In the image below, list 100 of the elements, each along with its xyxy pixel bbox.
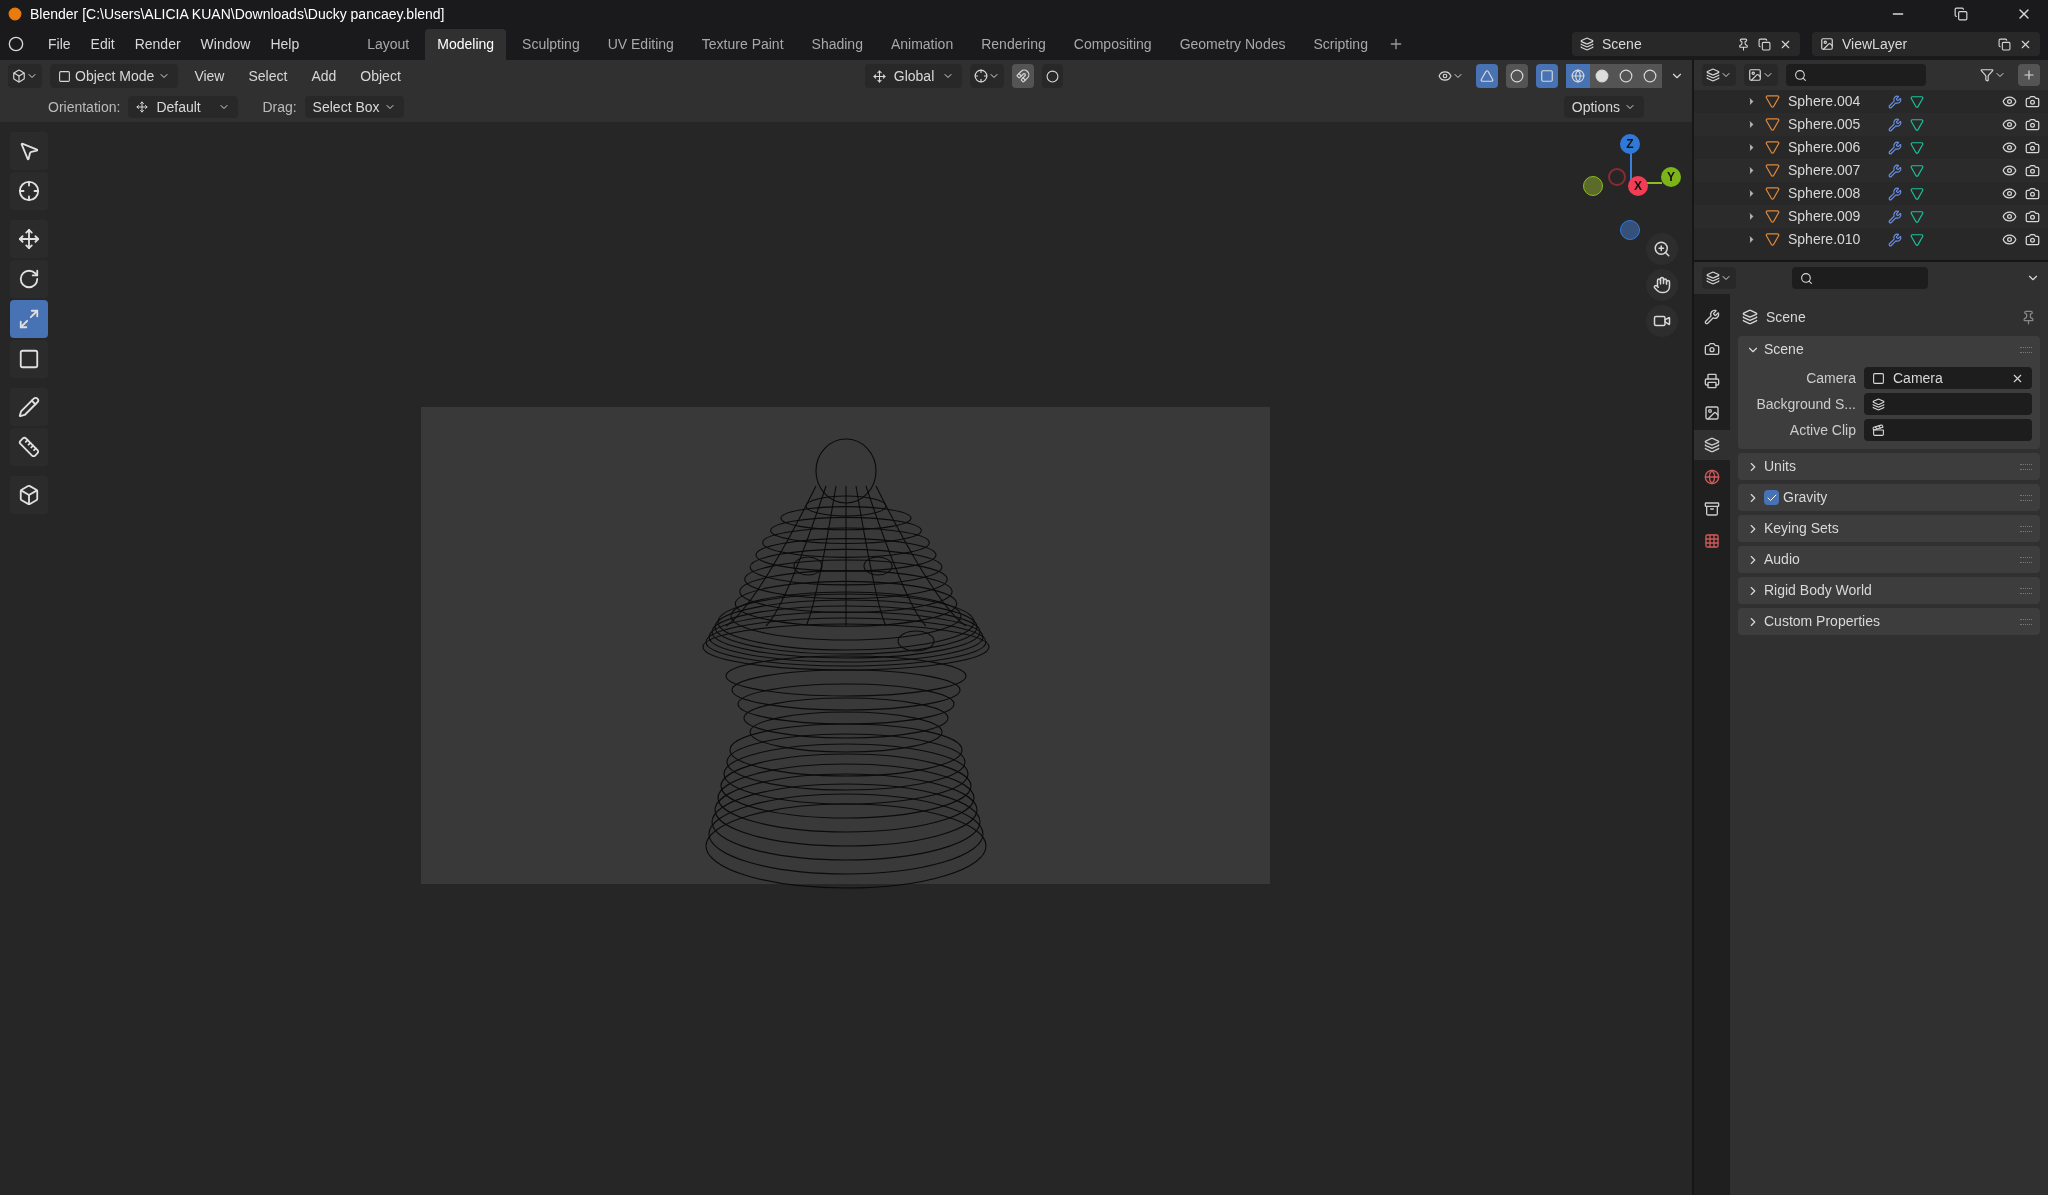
panel-checkbox[interactable]	[1764, 490, 1779, 505]
eye-icon[interactable]	[2002, 94, 2017, 109]
workspace-tab[interactable]: Sculpting	[510, 28, 592, 60]
xray-toggle[interactable]	[1536, 64, 1558, 88]
mode-dropdown[interactable]: Object Mode	[50, 64, 179, 88]
panel-title[interactable]: Custom Properties	[1764, 611, 2016, 632]
workspace-tab[interactable]: Geometry Nodes	[1167, 28, 1298, 60]
mesh-data-icon[interactable]	[1910, 163, 1924, 178]
workspace-tab[interactable]: Modeling	[425, 28, 507, 60]
mesh-data-icon[interactable]	[1910, 94, 1924, 109]
mesh-data-icon[interactable]	[1910, 117, 1924, 132]
workspace-tab[interactable]: Texture Paint	[689, 28, 796, 60]
tool-button[interactable]	[10, 340, 48, 378]
outliner-item[interactable]: Sphere.006	[1788, 137, 1880, 158]
scene-selector[interactable]: Scene	[1572, 32, 1800, 56]
panel-title[interactable]: Rigid Body World	[1764, 580, 2016, 601]
eye-icon[interactable]	[2002, 232, 2017, 247]
viewport-menu-item[interactable]: Object	[352, 65, 409, 87]
field-input[interactable]: Camera	[1864, 367, 2032, 389]
drag-handle-icon[interactable]	[2020, 556, 2032, 563]
eye-icon[interactable]	[2002, 140, 2017, 155]
editor-type-button[interactable]	[1702, 267, 1736, 289]
tool-button[interactable]	[10, 220, 48, 258]
tool-button[interactable]	[10, 172, 48, 210]
overlay-toggle[interactable]	[1506, 64, 1528, 88]
eye-icon[interactable]	[2002, 163, 2017, 178]
workspace-tab[interactable]: Layout	[355, 28, 422, 60]
properties-tab[interactable]	[1694, 430, 1730, 460]
viewport-menu-item[interactable]: Select	[240, 65, 296, 87]
pan-button[interactable]	[1646, 269, 1678, 301]
z-axis-handle[interactable]: Z	[1620, 134, 1640, 154]
camera-icon[interactable]	[2025, 163, 2040, 178]
panel-title[interactable]: Units	[1764, 456, 2016, 477]
wrench-icon[interactable]	[1888, 186, 1902, 201]
editor-type-button[interactable]	[8, 64, 42, 88]
negative-x-handle[interactable]	[1608, 168, 1626, 186]
field-input[interactable]	[1864, 419, 2032, 441]
panel-title[interactable]: Keying Sets	[1764, 518, 2016, 539]
outliner-item[interactable]: Sphere.010	[1788, 229, 1880, 250]
workspace-tab[interactable]: Shading	[799, 28, 875, 60]
camera-icon[interactable]	[2025, 209, 2040, 224]
wrench-icon[interactable]	[1888, 140, 1902, 155]
mesh-data-icon[interactable]	[1910, 232, 1924, 247]
workspace-tab[interactable]: Animation	[878, 28, 966, 60]
menu-item[interactable]: Edit	[82, 33, 123, 55]
wrench-icon[interactable]	[1888, 117, 1902, 132]
tool-button[interactable]	[10, 132, 48, 170]
snap-toggle[interactable]	[1012, 64, 1035, 88]
outliner-search-field[interactable]	[1786, 64, 1926, 86]
negative-z-handle[interactable]	[1620, 220, 1640, 240]
wrench-icon[interactable]	[1888, 232, 1902, 247]
drag-handle-icon[interactable]	[2020, 463, 2032, 470]
properties-search-field[interactable]	[1792, 267, 1928, 289]
workspace-tab[interactable]: Compositing	[1061, 28, 1164, 60]
menu-item[interactable]: Help	[262, 33, 308, 55]
shading-button[interactable]	[1566, 64, 1590, 88]
tool-button[interactable]	[10, 388, 48, 426]
mesh-data-icon[interactable]	[1910, 209, 1924, 224]
filter-view-button[interactable]	[1744, 64, 1778, 86]
view-layer-selector[interactable]: ViewLayer	[1812, 32, 2040, 56]
tool-button[interactable]	[10, 260, 48, 298]
pin-icon[interactable]	[2021, 309, 2036, 325]
outliner-item[interactable]: Sphere.005	[1788, 114, 1880, 135]
new-collection-button[interactable]	[2018, 64, 2040, 86]
camera-icon[interactable]	[2025, 140, 2040, 155]
negative-y-handle[interactable]	[1583, 176, 1603, 196]
drag-handle-icon[interactable]	[2020, 587, 2032, 594]
gizmo-toggle[interactable]	[1476, 64, 1498, 88]
viewport-menu-item[interactable]: Add	[303, 65, 345, 87]
wrench-icon[interactable]	[1888, 209, 1902, 224]
wrench-icon[interactable]	[1888, 163, 1902, 178]
camera-icon[interactable]	[2025, 232, 2040, 247]
eye-icon[interactable]	[2002, 209, 2017, 224]
camera-view-button[interactable]	[1646, 305, 1678, 337]
menu-item[interactable]: File	[40, 33, 79, 55]
viewport-menu-item[interactable]: View	[186, 65, 233, 87]
drag-handle-icon[interactable]	[2020, 525, 2032, 532]
transform-orientation-dropdown[interactable]: Global	[864, 64, 963, 88]
eye-icon[interactable]	[2002, 117, 2017, 132]
drag-handle-icon[interactable]	[2020, 494, 2032, 501]
tool-button[interactable]	[10, 428, 48, 466]
eye-icon[interactable]	[2002, 186, 2017, 201]
pivot-dropdown[interactable]	[970, 64, 1005, 88]
wrench-icon[interactable]	[1888, 94, 1902, 109]
menu-item[interactable]: Window	[192, 33, 259, 55]
y-axis-handle[interactable]: Y	[1661, 167, 1681, 187]
drag-handle-icon[interactable]	[2020, 346, 2032, 353]
workspace-tab[interactable]: Rendering	[969, 28, 1058, 60]
zoom-button[interactable]	[1646, 233, 1678, 265]
field-input[interactable]	[1864, 393, 2032, 415]
drag-handle-icon[interactable]	[2020, 618, 2032, 625]
camera-icon[interactable]	[2025, 94, 2040, 109]
x-axis-handle[interactable]: X	[1628, 176, 1648, 196]
shading-button[interactable]	[1638, 64, 1662, 88]
camera-icon[interactable]	[2025, 186, 2040, 201]
options-dropdown[interactable]: Options	[1563, 96, 1644, 118]
panel-title[interactable]: Audio	[1764, 549, 2016, 570]
shading-button[interactable]	[1590, 64, 1614, 88]
proportional-edit-button[interactable]	[1042, 64, 1064, 88]
panel-title[interactable]: Gravity	[1783, 487, 2016, 508]
